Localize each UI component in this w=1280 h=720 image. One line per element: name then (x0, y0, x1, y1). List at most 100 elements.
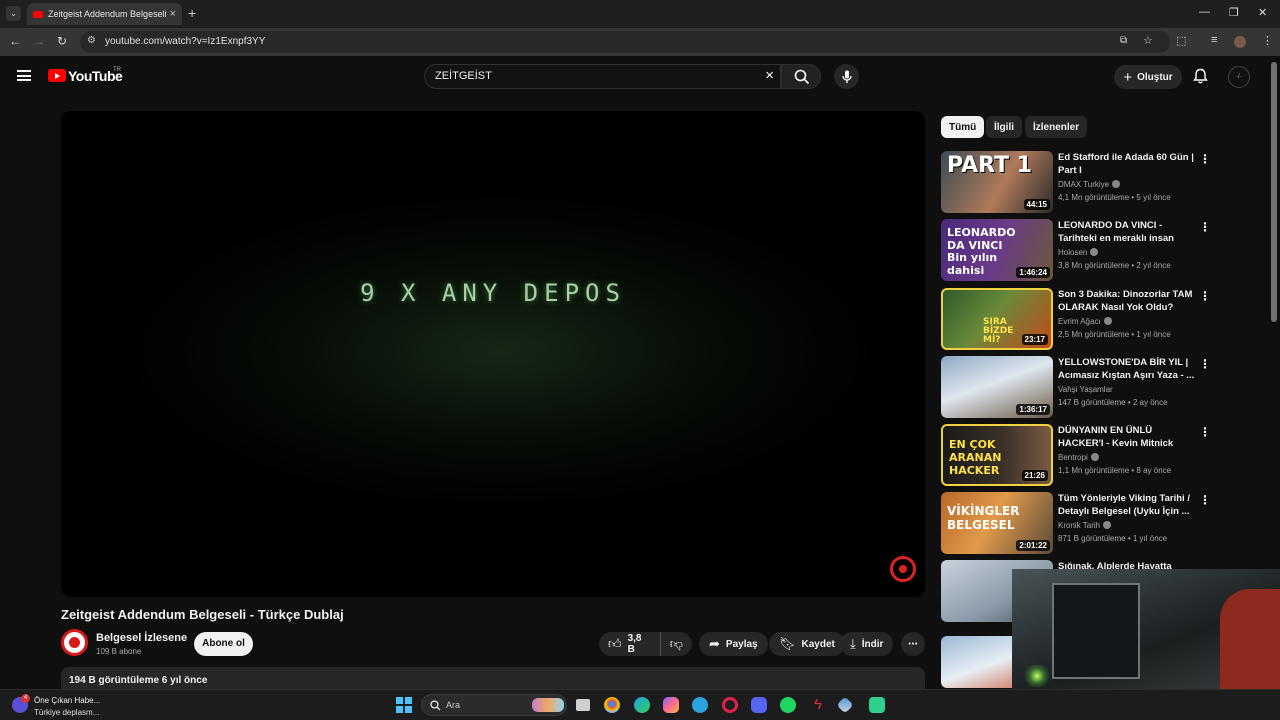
extensions-icon[interactable]: ⬚ (1176, 34, 1186, 47)
channel-avatar[interactable] (61, 629, 88, 656)
edge-icon[interactable] (634, 697, 650, 713)
telegram-icon[interactable] (692, 697, 708, 713)
recommendation-title[interactable]: LEONARDO DA VINCI - Tarihteki en meraklı… (1058, 219, 1198, 245)
reading-list-icon[interactable]: ≡ (1211, 34, 1217, 46)
download-icon: ⤓ (850, 636, 856, 651)
webcam-overlay (1012, 569, 1280, 689)
thumbs-up-icon: 👍︎ (608, 636, 622, 651)
bookmark-star-icon[interactable]: ☆ (1143, 34, 1153, 47)
browser-menu-icon[interactable]: ⋮ (1262, 34, 1273, 47)
recommendation-item[interactable]: VİKİNGLER BELGESEL 2:01:22 Tüm Yönleriyl… (941, 492, 1221, 554)
recommendation-item[interactable]: EN ÇOK ARANAN HACKER 21:26 DÜNYANIN EN Ü… (941, 424, 1221, 486)
forward-icon[interactable]: → (33, 34, 45, 48)
more-vertical-icon[interactable]: ⋮ (1199, 220, 1211, 234)
channel-watermark-icon[interactable] (890, 556, 916, 582)
more-horizontal-icon: ⋯ (908, 638, 918, 650)
recommendation-item[interactable]: SIRA BİZDE Mİ? 23:17 Son 3 Dakika: Dinoz… (941, 288, 1221, 350)
recommendation-title[interactable]: Son 3 Dakika: Dinozorlar TAM OLARAK Nası… (1058, 288, 1198, 314)
voice-search-button[interactable] (834, 64, 859, 89)
webcam-background (1052, 583, 1140, 679)
new-tab-icon[interactable]: + (188, 5, 196, 21)
recommendation-channel[interactable]: Bentropi (1058, 453, 1099, 462)
recommendation-meta: 147 B görüntüleme • 2 ay önce (1058, 398, 1168, 407)
cast-icon[interactable]: ⧉ (1120, 35, 1127, 46)
spotify-icon[interactable] (780, 697, 796, 713)
taskbar-search-input[interactable]: Ara (421, 694, 567, 716)
recommendation-meta: 2,5 Mn görüntüleme • 1 yıl önce (1058, 330, 1171, 339)
video-duration: 21:26 (1021, 470, 1048, 481)
recommendation-thumbnail[interactable]: LEONARDO DA VINCI Bin yılın dahisi 1:46:… (941, 219, 1053, 281)
restore-icon[interactable]: ❐ (1229, 6, 1239, 19)
youtube-logo-icon[interactable] (48, 69, 66, 82)
recommendation-meta: 871 B görüntüleme • 1 yıl önce (1058, 534, 1168, 543)
create-button[interactable]: + Oluştur (1114, 65, 1182, 89)
recommendation-item[interactable]: 1:36:17 YELLOWSTONE'DA BİR YIL | Acıması… (941, 356, 1221, 418)
recommendation-thumbnail[interactable]: PART 1 44:15 (941, 151, 1053, 213)
recommendation-title[interactable]: DÜNYANIN EN ÜNLÜ HACKER'I - Kevin Mitnic… (1058, 424, 1198, 450)
dislike-button[interactable]: 👎︎ (661, 636, 692, 652)
chip-watched[interactable]: İzlenenler (1025, 116, 1088, 138)
window-close-icon[interactable]: ✕ (1258, 6, 1267, 19)
tab-close-icon[interactable]: × (170, 8, 176, 20)
channel-name[interactable]: Belgesel İzlesene (96, 632, 187, 644)
recommendation-thumbnail[interactable]: VİKİNGLER BELGESEL 2:01:22 (941, 492, 1053, 554)
copilot-icon[interactable] (663, 697, 679, 713)
recommendation-item[interactable]: LEONARDO DA VINCI Bin yılın dahisi 1:46:… (941, 219, 1221, 281)
video-frame-text: 9 X ANY DEPOS (360, 279, 626, 307)
save-button[interactable]: 🔖︎ Kaydet (769, 632, 845, 656)
recommendation-title[interactable]: YELLOWSTONE'DA BİR YIL | Acımasız Kıştan… (1058, 356, 1198, 382)
more-vertical-icon[interactable]: ⋮ (1199, 152, 1211, 166)
reload-icon[interactable]: ↻ (57, 34, 67, 48)
app-green-icon[interactable] (869, 697, 885, 713)
clear-search-icon[interactable]: × (765, 67, 774, 84)
back-icon[interactable]: ← (9, 34, 21, 48)
account-avatar[interactable]: ·/· (1228, 66, 1250, 88)
recommendation-title[interactable]: Tüm Yönleriyle Viking Tarihi / Detaylı B… (1058, 492, 1198, 518)
video-player[interactable]: 9 X ANY DEPOS (61, 111, 925, 597)
share-button[interactable]: ➦ Paylaş (699, 632, 768, 656)
more-vertical-icon[interactable]: ⋮ (1199, 289, 1211, 303)
address-bar[interactable]: ⚙ youtube.com/watch?v=Iz1Exnpf3YY ⧉ ☆ (80, 31, 1170, 53)
recommendation-thumbnail[interactable]: 1:36:17 (941, 356, 1053, 418)
like-button[interactable]: 👍︎ 3,8 B (599, 632, 661, 656)
tab-search-icon[interactable]: ⌄ (6, 6, 21, 21)
recommendation-thumbnail[interactable]: SIRA BİZDE Mİ? 23:17 (941, 288, 1053, 350)
video-frame (121, 191, 881, 511)
more-vertical-icon[interactable]: ⋮ (1199, 493, 1211, 507)
search-button[interactable] (781, 64, 821, 89)
subscribe-button[interactable]: Abone ol (194, 632, 253, 656)
minimize-icon[interactable]: — (1199, 6, 1210, 18)
opera-icon[interactable] (722, 697, 738, 713)
browser-tab-active[interactable]: Zeitgeist Addendum Belgeseli - × (27, 3, 182, 25)
profile-avatar-icon[interactable] (1234, 36, 1246, 48)
hamburger-menu-icon[interactable] (17, 70, 31, 81)
download-button[interactable]: ⤓ İndir (840, 632, 894, 656)
recommendation-thumbnail[interactable]: EN ÇOK ARANAN HACKER 21:26 (941, 424, 1053, 486)
search-input[interactable]: ZEİTGEİST × (424, 64, 781, 89)
more-vertical-icon[interactable]: ⋮ (1199, 357, 1211, 371)
app-diamond-icon[interactable] (836, 696, 854, 714)
recommendation-channel[interactable]: Holosen (1058, 248, 1099, 257)
recommendation-item[interactable]: PART 1 44:15 Ed Stafford ile Adada 60 Gü… (941, 151, 1221, 213)
site-info-icon[interactable]: ⚙ (87, 35, 96, 46)
page-scrollbar[interactable] (1271, 62, 1277, 322)
task-view-icon[interactable] (576, 699, 590, 711)
chip-related[interactable]: İlgili (986, 116, 1022, 138)
plus-icon: + (1123, 68, 1133, 86)
recommendation-channel[interactable]: Vahşi Yaşamlar (1058, 385, 1113, 394)
more-vertical-icon[interactable]: ⋮ (1199, 425, 1211, 439)
discord-icon[interactable] (751, 697, 767, 713)
windows-start-icon[interactable] (396, 697, 412, 713)
lightning-app-icon[interactable]: ϟ (810, 697, 826, 713)
search-icon (430, 700, 441, 711)
recommendation-channel[interactable]: Evrim Ağacı (1058, 317, 1112, 326)
chip-all[interactable]: Tümü (941, 116, 985, 138)
browser-tab-bar: ⌄ Zeitgeist Addendum Belgeseli - × + — ❐… (0, 0, 1280, 28)
recommendation-channel[interactable]: DMAX Turkiye (1058, 180, 1121, 189)
recommendation-title[interactable]: Ed Stafford ile Adada 60 Gün | Part I (1058, 151, 1198, 177)
recommendation-channel[interactable]: Kronik Tarih (1058, 521, 1112, 530)
chrome-icon[interactable] (604, 697, 620, 713)
notifications-bell-icon[interactable] (1193, 68, 1208, 89)
more-actions-button[interactable]: ⋯ (901, 632, 925, 656)
search-highlight-image (532, 698, 564, 712)
